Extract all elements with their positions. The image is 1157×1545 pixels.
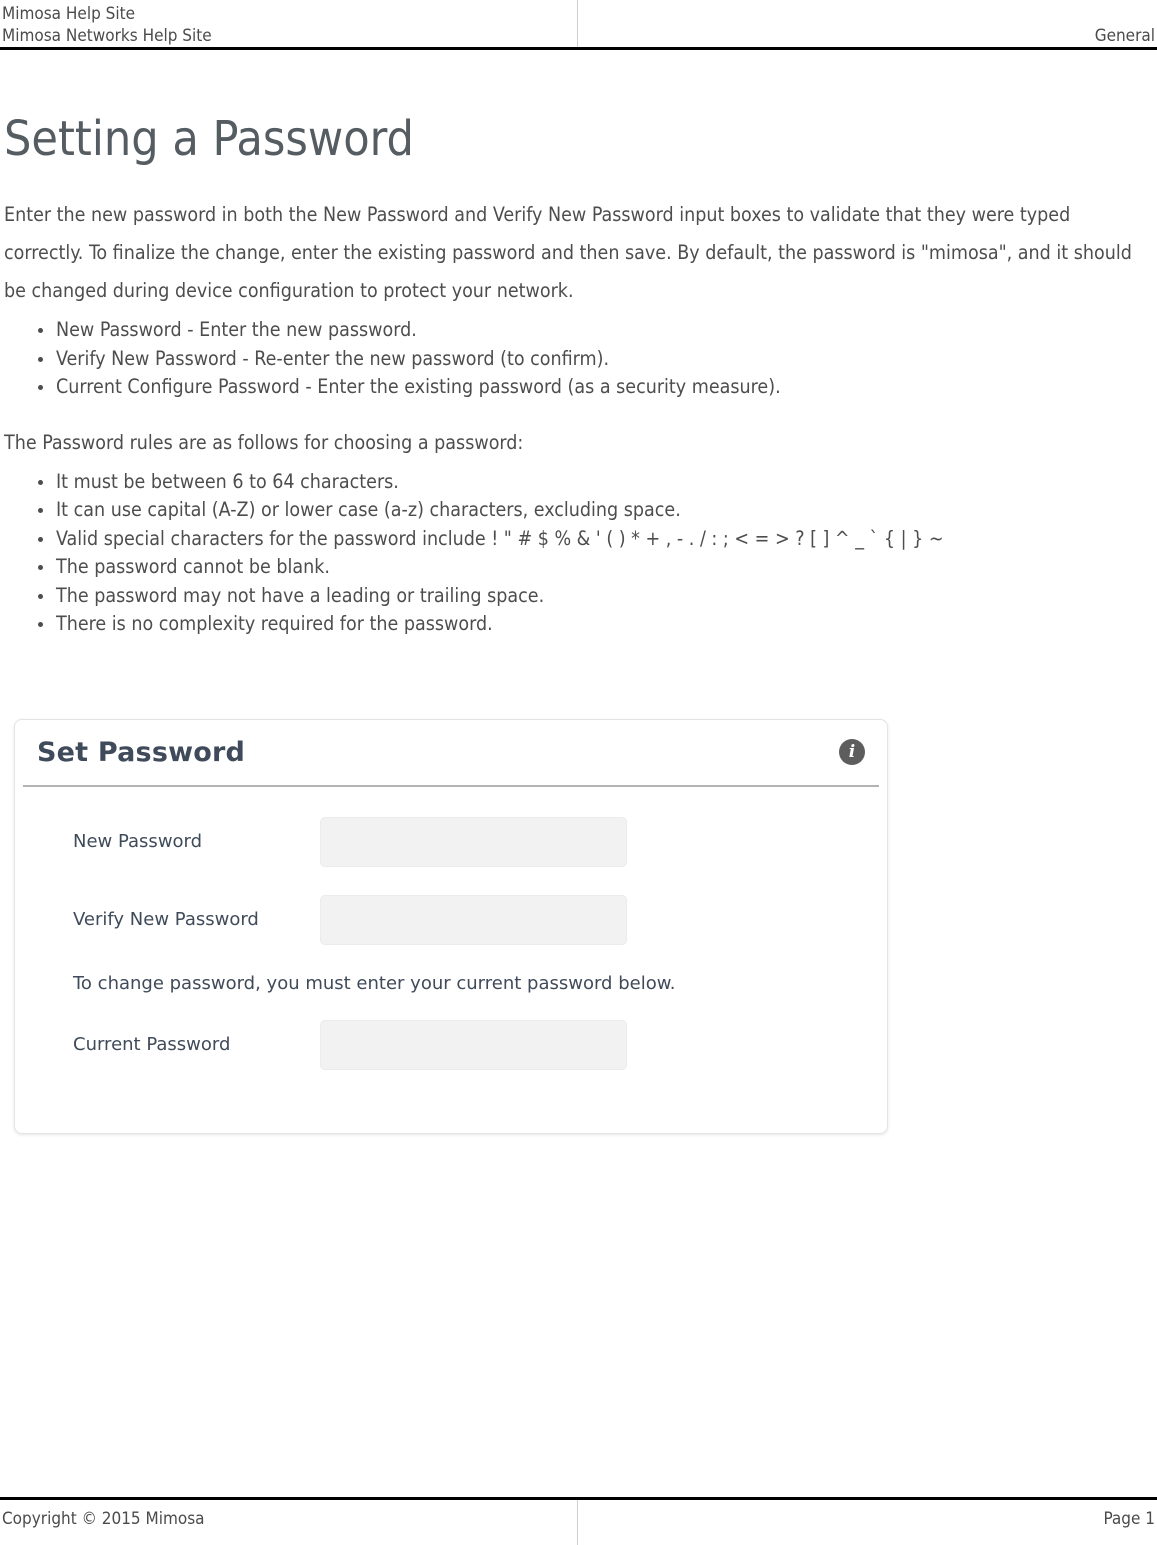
header-section-label: General — [1094, 26, 1155, 46]
password-rules-list: It must be between 6 to 64 characters. I… — [4, 468, 1153, 639]
document-content: Setting a Password Enter the new passwor… — [0, 50, 1157, 1134]
set-password-title: Set Password — [37, 736, 246, 768]
new-password-label: New Password — [73, 831, 203, 852]
list-item: Current Configure Password - Enter the e… — [34, 373, 1153, 402]
set-password-form: New Password Verify New Password To chan… — [15, 787, 887, 1070]
set-password-card: Set Password i New Password Verify New P… — [14, 718, 888, 1134]
list-item: There is no complexity required for the … — [34, 610, 1153, 639]
list-item: The password cannot be blank. — [34, 553, 1153, 582]
list-item: The password may not have a leading or t… — [34, 582, 1153, 611]
header-site-subtitle: Mimosa Networks Help Site — [2, 26, 212, 46]
new-password-input[interactable] — [320, 816, 627, 867]
list-item: New Password - Enter the new password. — [34, 316, 1153, 345]
document-page: Mimosa Help Site Mimosa Networks Help Si… — [0, 0, 1157, 1545]
intro-paragraph: Enter the new password in both the New P… — [4, 203, 1132, 302]
current-password-input[interactable] — [320, 1019, 627, 1070]
footer-copyright: Copyright © 2015 Mimosa — [2, 1509, 205, 1529]
document-header: Mimosa Help Site Mimosa Networks Help Si… — [0, 0, 1157, 50]
set-password-card-header: Set Password i — [15, 720, 887, 785]
verify-new-password-input[interactable] — [320, 894, 627, 945]
page-title: Setting a Password — [4, 111, 414, 167]
header-left-block: Mimosa Help Site Mimosa Networks Help Si… — [0, 0, 578, 47]
new-password-row: New Password — [15, 816, 887, 867]
footer-right-block: Page 1 — [578, 1500, 1157, 1545]
footer-page-number: Page 1 — [1103, 1509, 1155, 1529]
info-icon[interactable]: i — [839, 739, 865, 765]
header-site-name: Mimosa Help Site — [2, 4, 136, 24]
field-description-list: New Password - Enter the new password. V… — [4, 316, 1153, 402]
verify-new-password-label: Verify New Password — [73, 909, 259, 930]
current-password-row: Current Password — [15, 1019, 887, 1070]
document-footer: Copyright © 2015 Mimosa Page 1 — [0, 1497, 1157, 1545]
header-right-block: General — [578, 0, 1157, 47]
list-item: Verify New Password - Re-enter the new p… — [34, 345, 1153, 374]
list-item: Valid special characters for the passwor… — [34, 525, 1153, 554]
set-password-screenshot: Set Password i New Password Verify New P… — [4, 718, 1153, 1134]
verify-new-password-row: Verify New Password — [15, 894, 887, 945]
list-item: It can use capital (A-Z) or lower case (… — [34, 496, 1153, 525]
rules-intro-paragraph: The Password rules are as follows for ch… — [4, 430, 524, 454]
current-password-hint: To change password, you must enter your … — [73, 972, 676, 994]
list-item: It must be between 6 to 64 characters. — [34, 468, 1153, 497]
footer-left-block: Copyright © 2015 Mimosa — [0, 1500, 578, 1545]
current-password-label: Current Password — [73, 1034, 231, 1055]
